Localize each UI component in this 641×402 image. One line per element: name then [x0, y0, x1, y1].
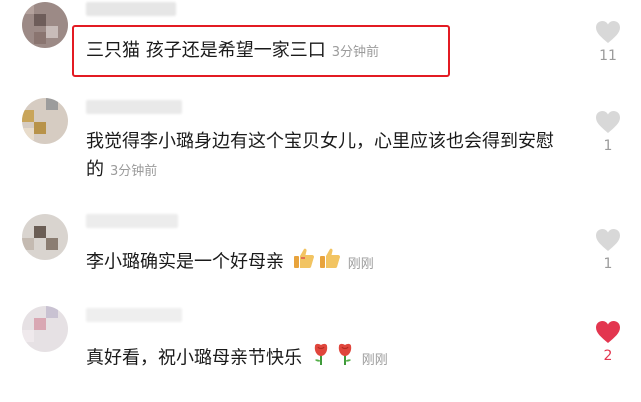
like-button[interactable]: 2	[594, 320, 622, 364]
comment-time: 刚刚	[347, 256, 374, 272]
comment-text: 三只猫 孩子还是希望一家三口 3分钟前	[86, 37, 379, 67]
comment-text: 真好看，祝小璐母亲节快乐 刚刚	[86, 342, 388, 375]
rose-emoji	[310, 342, 332, 375]
comment-item-1: 三只猫 孩子还是希望一家三口 3分钟前 11	[0, 0, 641, 92]
like-button[interactable]: 1	[594, 228, 622, 272]
comment-time: 刚刚	[361, 352, 388, 368]
comment-time: 3分钟前	[110, 164, 158, 179]
username-blurred[interactable]	[86, 214, 178, 228]
comment-body: 李小璐确实是一个好母亲	[86, 251, 284, 273]
like-count: 2	[603, 348, 613, 364]
comment-text: 李小璐确实是一个好母亲 刚刚	[86, 246, 374, 279]
username-blurred[interactable]	[86, 308, 182, 322]
like-button[interactable]: 11	[594, 20, 622, 64]
thumbs-up-emoji	[292, 246, 316, 279]
heart-icon	[596, 21, 620, 43]
comment-text: 我觉得李小璐身边有这个宝贝女儿，心里应该也会得到安慰的 3分钟前	[86, 128, 566, 186]
avatar[interactable]	[22, 306, 68, 352]
comment-body: 三只猫 孩子还是希望一家三口	[86, 40, 326, 61]
like-button[interactable]: 1	[594, 110, 622, 154]
heart-icon	[596, 229, 620, 251]
like-count: 1	[603, 138, 613, 154]
comment-item-2: 我觉得李小璐身边有这个宝贝女儿，心里应该也会得到安慰的 3分钟前 1	[0, 92, 641, 202]
like-count: 1	[603, 256, 613, 272]
username-blurred[interactable]	[86, 100, 182, 114]
avatar[interactable]	[22, 98, 68, 144]
comment-body: 真好看，祝小璐母亲节快乐	[86, 347, 302, 369]
like-count: 11	[599, 48, 617, 64]
username-blurred[interactable]	[86, 2, 176, 16]
comment-item-3: 李小璐确实是一个好母亲 刚刚 1	[0, 202, 641, 298]
rose-emoji	[334, 342, 356, 375]
avatar[interactable]	[22, 2, 68, 48]
heart-filled-icon	[596, 321, 620, 343]
comment-time: 3分钟前	[331, 45, 380, 60]
avatar[interactable]	[22, 214, 68, 260]
comment-item-4: 真好看，祝小璐母亲节快乐 刚刚 2	[0, 298, 641, 402]
heart-icon	[596, 111, 620, 133]
thumbs-up-emoji	[318, 246, 342, 279]
